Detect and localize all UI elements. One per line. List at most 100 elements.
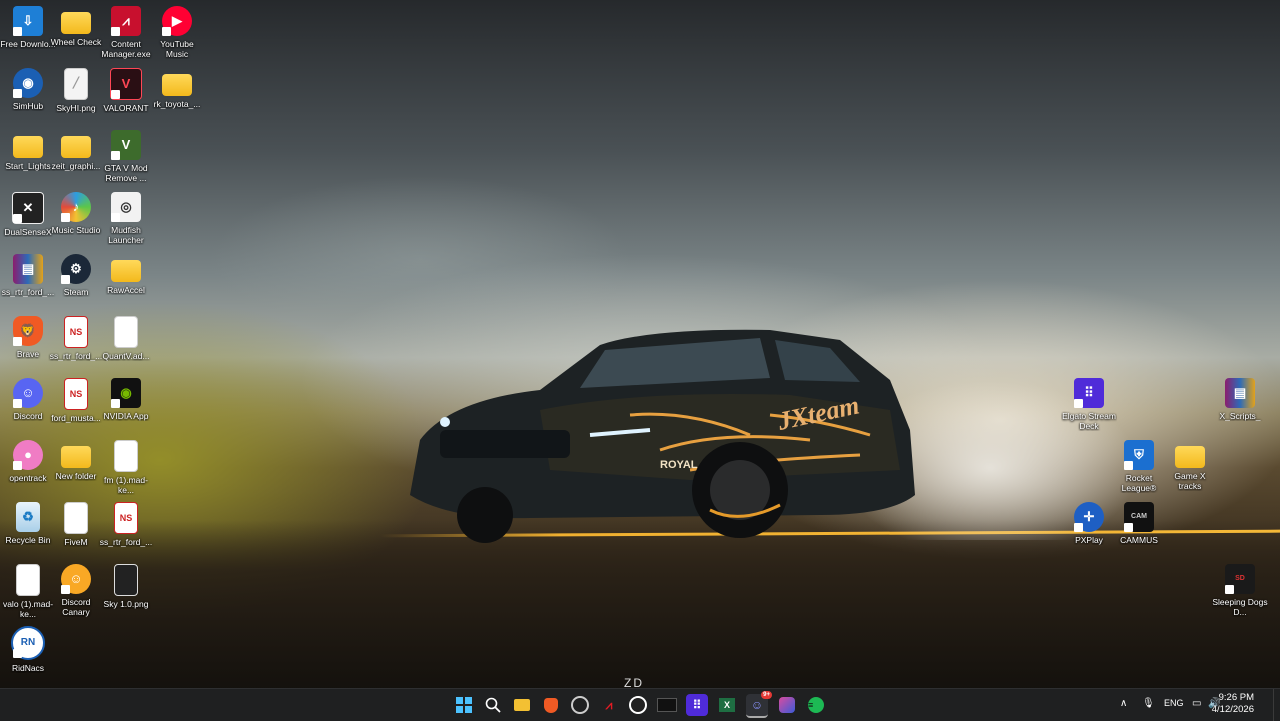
mudfish-icon: ◎	[111, 192, 141, 222]
pxplay-controller-icon: ✛	[1074, 502, 1104, 532]
spotify-icon: ≡	[808, 697, 824, 713]
network-icon[interactable]: ▭	[1192, 698, 1201, 709]
taskbar-game-app[interactable]	[776, 694, 798, 716]
desktop-icon-sky-1-0[interactable]: Sky 1.0.png	[98, 560, 154, 622]
rocket-league-icon: ⛨	[1124, 440, 1154, 470]
blank-file-icon	[114, 440, 138, 472]
desktop-icon-wheel-check[interactable]: Wheel Check	[48, 2, 104, 64]
discord-icon: ☺	[13, 378, 43, 408]
desktop-icon-cammus[interactable]: CAM CAMMUS	[1111, 498, 1167, 560]
blank-file-icon	[114, 316, 138, 348]
brave-lion-icon	[544, 697, 558, 713]
recycle-bin-icon: ♻	[16, 502, 40, 532]
taskbar-content-manager[interactable]: ⩘	[598, 694, 620, 716]
taskbar-stream-deck[interactable]: ⠿	[686, 694, 708, 716]
desktop-icon-music-studio[interactable]: ♪ Music Studio	[48, 188, 104, 250]
folder-icon	[1175, 446, 1205, 468]
desktop-icon-game-x-tracks[interactable]: Game X tracks	[1162, 436, 1218, 498]
winrar-archive-icon: ▤	[1225, 378, 1255, 408]
discord-canary-icon: ☺	[61, 564, 91, 594]
desktop-icon-gta-v-mod-remove[interactable]: V GTA V Mod Remove ...	[98, 126, 154, 188]
stream-deck-grid-icon: ⠿	[1074, 378, 1104, 408]
desktop-icon-valorant[interactable]: V VALORANT	[98, 64, 154, 126]
show-hidden-icons-chevron[interactable]: ∧	[1120, 698, 1127, 709]
wallpaper-drift-car: JXteam ROYAL	[410, 329, 915, 543]
taskbar-discord[interactable]: ☺ 9+	[746, 691, 772, 718]
desktop-icon-discord-canary[interactable]: ☺ Discord Canary	[48, 560, 104, 622]
discord-notification-badge: 9+	[761, 691, 772, 699]
desktop-icon-new-folder[interactable]: New folder	[48, 436, 104, 498]
desktop-icon-elgato-stream-deck[interactable]: ⠿ Elgato Stream Deck	[1061, 374, 1117, 436]
ns-file-icon: NS	[114, 502, 138, 534]
clock-date: 4/12/2026	[1211, 704, 1254, 715]
folder-icon	[61, 446, 91, 468]
image-file-icon	[114, 564, 138, 596]
ns-file-icon: NS	[64, 316, 88, 348]
desktop-icon-content-manager[interactable]: ⩘ Content Manager.exe	[98, 2, 154, 64]
desktop-icon-fm-mad-ke[interactable]: fm (1).mad-ke...	[98, 436, 154, 498]
image-file-icon: ╱	[64, 68, 88, 100]
valorant-icon: V	[110, 68, 142, 100]
start-button[interactable]	[453, 694, 475, 716]
youtube-music-icon: ▶	[162, 6, 192, 36]
desktop[interactable]: JXteam ROYAL ZD ⇩ Free Downlo... ◉ SimHu…	[0, 0, 1280, 688]
folder-icon	[13, 136, 43, 158]
desktop-icon-skyhi[interactable]: ╱ SkyHI.png	[48, 64, 104, 126]
taskbar-search-button[interactable]	[482, 694, 504, 716]
show-desktop-button[interactable]	[1273, 689, 1280, 721]
music-studio-icon: ♪	[61, 192, 91, 222]
desktop-icon-ford-mustang[interactable]: NS ford_musta...	[48, 374, 104, 436]
taskbar-brave[interactable]	[540, 694, 562, 716]
language-indicator[interactable]: ENG	[1164, 698, 1184, 708]
content-manager-icon: ⩘	[605, 697, 613, 712]
blank-file-icon	[16, 564, 40, 596]
desktop-icon-pxplay[interactable]: ✛ PXPlay	[1061, 498, 1117, 560]
stream-deck-grid-icon: ⠿	[692, 698, 702, 712]
desktop-icon-fivem[interactable]: FiveM	[48, 498, 104, 560]
discord-icon: ☺	[750, 698, 764, 712]
desktop-icon-rk-toyota[interactable]: rk_toyota_...	[149, 64, 205, 126]
windows-logo-icon	[456, 697, 472, 713]
desktop-icon-youtube-music[interactable]: ▶ YouTube Music	[149, 2, 205, 64]
desktop-icon-mudfish-launcher[interactable]: ◎ Mudfish Launcher	[98, 188, 154, 250]
taskbar-file-explorer[interactable]	[511, 694, 533, 716]
ns-file-icon: NS	[64, 378, 88, 410]
desktop-icon-ridnacs[interactable]: RN RidNacs	[0, 622, 56, 684]
desktop-icon-rocket-league[interactable]: ⛨ Rocket League®	[1111, 436, 1167, 498]
desktop-icon-winrar-archive[interactable]: ▤ X_Scripts_	[1212, 374, 1268, 436]
desktop-icon-quantv[interactable]: QuantV.ad...	[98, 312, 154, 374]
folder-icon	[61, 12, 91, 34]
brave-lion-icon: 🦁	[13, 316, 43, 346]
taskbar-excel[interactable]: X	[716, 694, 738, 716]
ring-app-icon	[571, 696, 589, 714]
game-app-icon	[779, 697, 795, 713]
taskbar-app-circle[interactable]	[569, 694, 591, 716]
winrar-archive-icon: ▤	[13, 254, 43, 284]
desktop-icon-ss-rtr-ford-3[interactable]: NS ss_rtr_ford_...	[98, 498, 154, 560]
desktop-icon-ss-rtr-ford-2[interactable]: NS ss_rtr_ford_...	[48, 312, 104, 374]
microphone-icon[interactable]: 🎙	[1142, 698, 1155, 709]
desktop-icon-zeit-graphics[interactable]: zeit_graphi...	[48, 126, 104, 188]
nvidia-icon: ◉	[111, 378, 141, 408]
folder-icon	[111, 260, 141, 282]
download-manager-icon: ⇩	[13, 6, 43, 36]
taskbar-spotify[interactable]: ≡	[805, 694, 827, 716]
gta-mod-icon: V	[111, 130, 141, 160]
taskbar-terminal[interactable]	[656, 694, 678, 716]
taskbar-obs[interactable]	[627, 694, 649, 716]
file-explorer-icon	[514, 699, 530, 711]
taskbar: ⩘ ⠿ X ☺ 9+ ≡ ∧ 🎙 ENG ▭ 🔊 9:26 PM 4/12/20…	[0, 688, 1280, 721]
dualsensex-icon: ✕	[12, 192, 44, 224]
clock-time: 9:26 PM	[1218, 692, 1254, 703]
desktop-icon-sleeping-dogs[interactable]: SD Sleeping Dogs D...	[1212, 560, 1268, 622]
desktop-icon-rawaccel[interactable]: RawAccel	[98, 250, 154, 312]
folder-icon	[162, 74, 192, 96]
clock[interactable]: 9:26 PM 4/12/2026	[1212, 692, 1254, 716]
desktop-icon-nvidia-app[interactable]: ◉ NVIDIA App	[98, 374, 154, 436]
excel-icon: X	[719, 698, 735, 712]
sleeping-dogs-icon: SD	[1225, 564, 1255, 594]
ridnacs-icon: RN	[11, 626, 45, 660]
content-manager-icon: ⩘	[111, 6, 141, 36]
opentrack-octopus-icon: ●	[13, 440, 43, 470]
desktop-icon-steam[interactable]: ⚙ Steam	[48, 250, 104, 312]
